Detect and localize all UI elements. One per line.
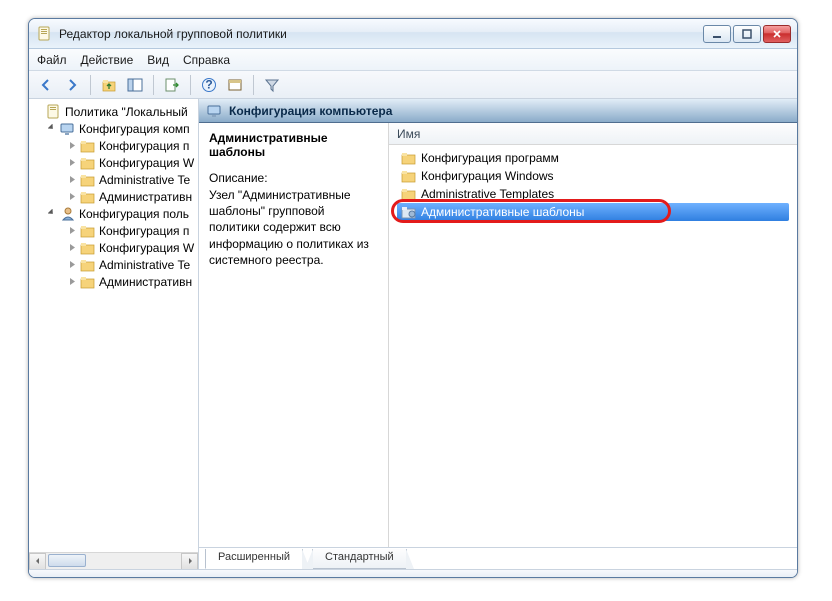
policy-icon [46,104,62,120]
folder-icon [401,186,417,202]
list-item[interactable]: Administrative Templates [397,185,789,203]
tree-item[interactable]: Конфигурация п [29,222,198,239]
scroll-left-icon[interactable] [29,553,46,570]
menu-help[interactable]: Справка [183,53,230,67]
tab-extended[interactable]: Расширенный [205,549,303,569]
svg-text:?: ? [205,77,212,91]
detail-desc-text: Узел "Административные шаблоны" группово… [209,187,378,268]
folder-icon [80,155,96,171]
show-hide-tree-button[interactable] [124,74,146,96]
help-button[interactable]: ? [198,74,220,96]
folder-icon [401,168,417,184]
main-pane: Конфигурация компьютера Административные… [199,99,797,569]
tree-pane: Политика "Локальный Конфигурация комп Ко… [29,99,199,569]
folder-icon [401,150,417,166]
tree-root[interactable]: Политика "Локальный [29,103,198,120]
tree-item[interactable]: Конфигурация W [29,154,198,171]
toolbar-separator [253,75,254,95]
computer-icon [207,103,223,119]
app-window: Редактор локальной групповой политики Фа… [28,18,798,578]
properties-button[interactable] [224,74,246,96]
computer-icon [60,121,76,137]
detail-desc-label: Описание: [209,171,378,185]
main-header: Конфигурация компьютера [199,99,797,123]
tree-computer-config[interactable]: Конфигурация комп [29,120,198,137]
detail-title: Административные шаблоны [209,131,378,159]
main-header-title: Конфигурация компьютера [229,104,392,118]
tree-item[interactable]: Административн [29,273,198,290]
tree-user-config[interactable]: Конфигурация поль [29,205,198,222]
settings-folder-icon [401,204,417,220]
column-header-name[interactable]: Имя [389,123,797,145]
folder-icon [80,274,96,290]
list-panel: Имя Конфигурация программ Конфигурация W… [389,123,797,547]
tree-item[interactable]: Конфигурация п [29,137,198,154]
content-area: Политика "Локальный Конфигурация комп Ко… [29,99,797,569]
list-item[interactable]: Конфигурация программ [397,149,789,167]
close-button[interactable] [763,25,791,43]
tab-standard[interactable]: Стандартный [312,549,407,569]
minimize-button[interactable] [703,25,731,43]
export-list-button[interactable] [161,74,183,96]
up-button[interactable] [98,74,120,96]
menu-file[interactable]: Файл [37,53,67,67]
menu-view[interactable]: Вид [147,53,169,67]
toolbar: ? [29,71,797,99]
list-item-selected[interactable]: Административные шаблоны [397,203,789,221]
toolbar-separator [153,75,154,95]
tree-item[interactable]: Конфигурация W [29,239,198,256]
back-button[interactable] [35,74,57,96]
window-title: Редактор локальной групповой политики [59,27,701,41]
maximize-button[interactable] [733,25,761,43]
statusbar [29,569,797,577]
filter-button[interactable] [261,74,283,96]
scroll-right-icon[interactable] [181,553,198,570]
folder-icon [80,223,96,239]
tree-horizontal-scrollbar[interactable] [29,552,198,569]
folder-icon [80,189,96,205]
tree-item[interactable]: Administrative Te [29,171,198,188]
folder-icon [80,172,96,188]
titlebar[interactable]: Редактор локальной групповой политики [29,19,797,49]
app-icon [37,26,53,42]
tree-item[interactable]: Административн [29,188,198,205]
scrollbar-thumb[interactable] [48,554,86,567]
detail-panel: Административные шаблоны Описание: Узел … [199,123,389,547]
tree-item[interactable]: Administrative Te [29,256,198,273]
folder-icon [80,138,96,154]
folder-icon [80,257,96,273]
menubar: Файл Действие Вид Справка [29,49,797,71]
view-tabs: Расширенный Стандартный [199,547,797,569]
folder-icon [80,240,96,256]
user-icon [60,206,76,222]
toolbar-separator [190,75,191,95]
toolbar-separator [90,75,91,95]
forward-button[interactable] [61,74,83,96]
list-item[interactable]: Конфигурация Windows [397,167,789,185]
menu-action[interactable]: Действие [81,53,134,67]
